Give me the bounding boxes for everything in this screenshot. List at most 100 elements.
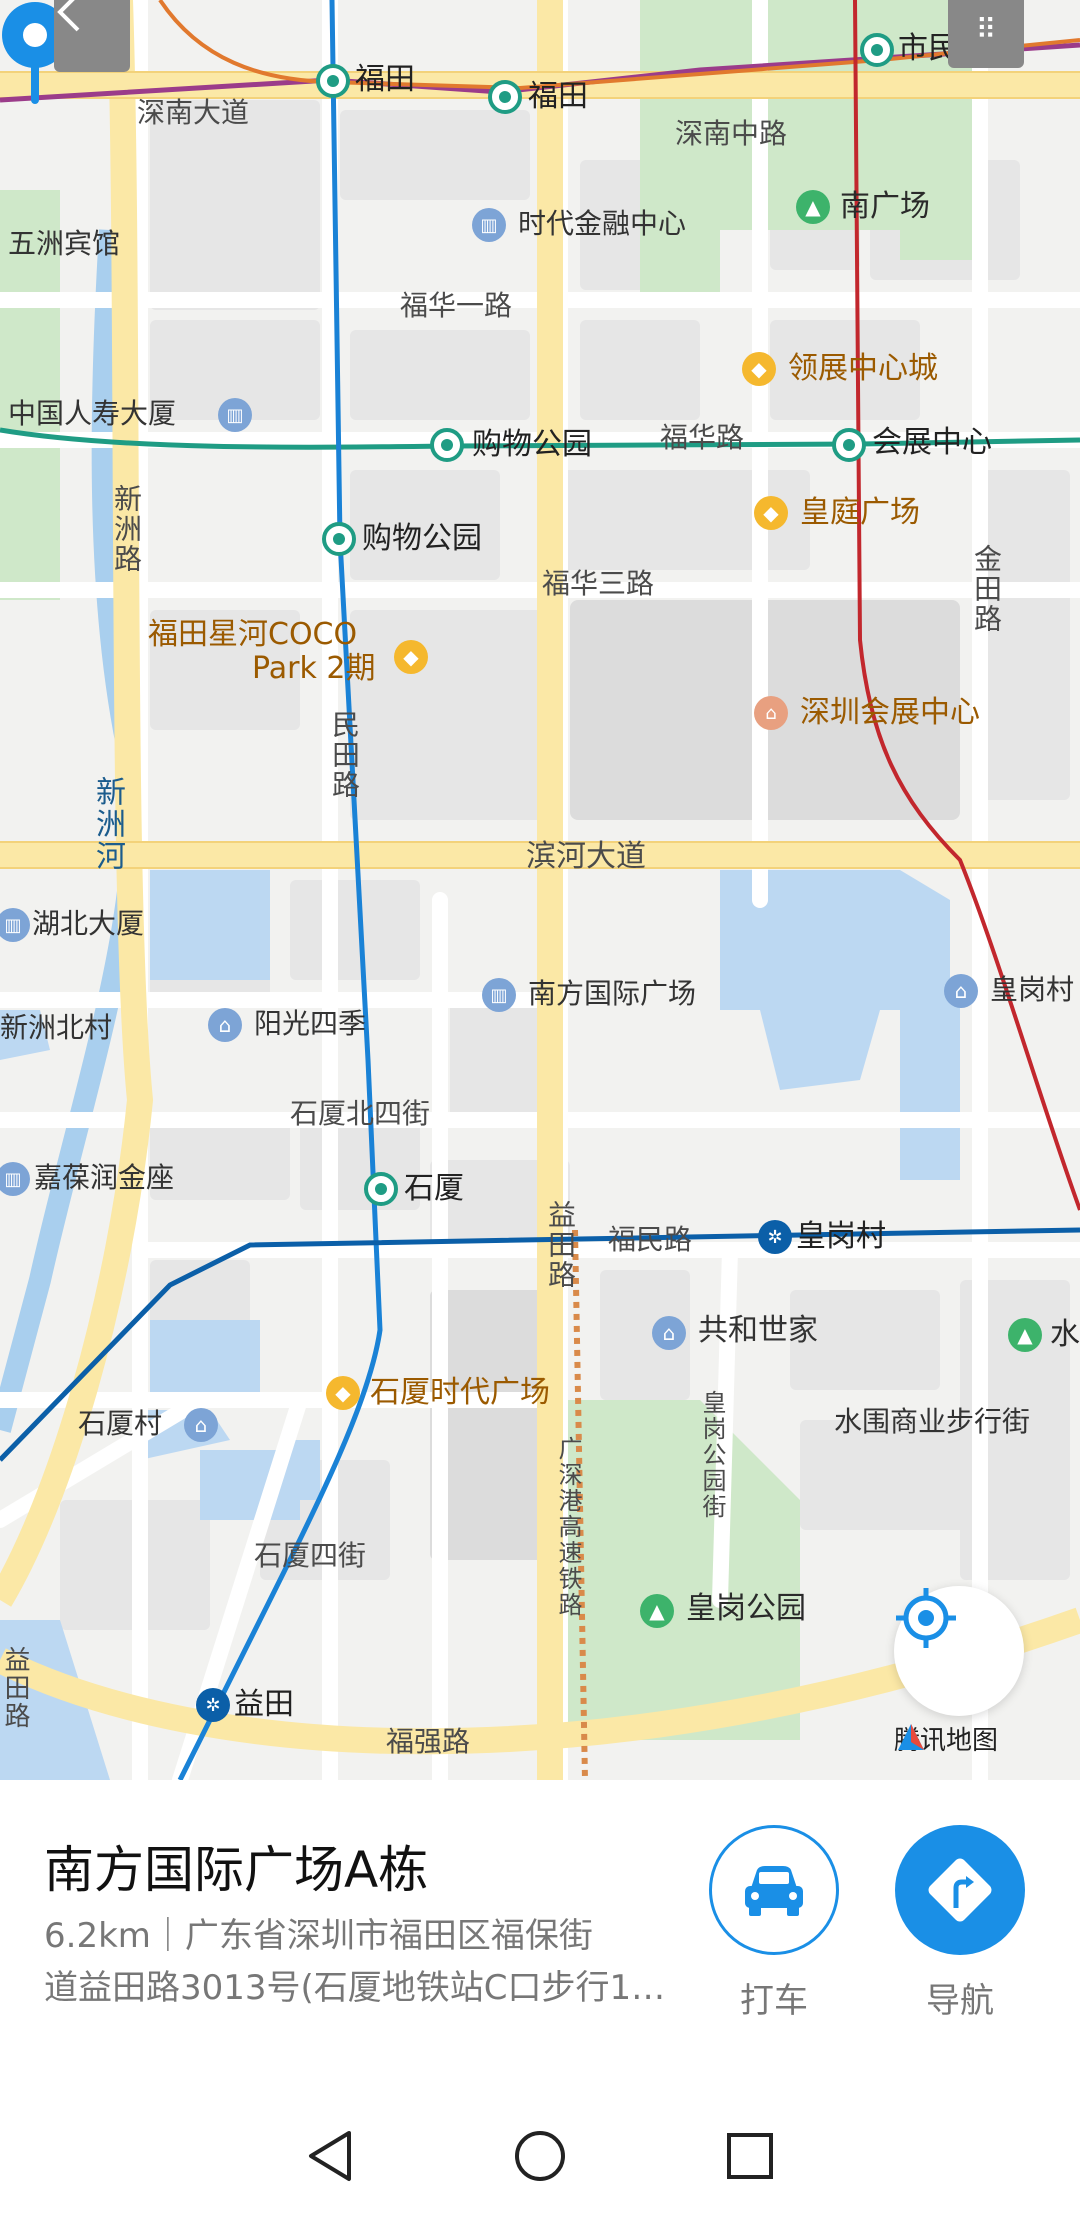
label-jintian-lu: 金田路 bbox=[970, 544, 1003, 634]
nav-recents-button[interactable] bbox=[720, 2126, 780, 2186]
label-fuhua-1: 福华一路 bbox=[400, 289, 513, 322]
label-guangshen-railway: 广深港高速铁路 bbox=[554, 1436, 582, 1618]
taxi-button[interactable]: 打车 bbox=[704, 1825, 844, 2022]
label-huangting: 皇庭广场 bbox=[800, 495, 920, 530]
map-base bbox=[0, 0, 1080, 1780]
label-wuzhou-hotel: 五洲宾馆 bbox=[8, 227, 121, 260]
address-line-2: 道益田路3013号(石厦地铁站C口步行110米) bbox=[44, 1968, 684, 2008]
label-fuhua-lu: 福华路 bbox=[660, 421, 745, 454]
circle-home-icon bbox=[515, 2131, 565, 2181]
building-icon: ▥ bbox=[472, 208, 506, 242]
park-icon: ▲ bbox=[796, 190, 830, 224]
label-shidai-financial: 时代金融中心 bbox=[518, 207, 687, 240]
nav-back-button[interactable] bbox=[300, 2126, 360, 2186]
navigate-button[interactable]: 导航 bbox=[890, 1825, 1030, 2022]
label-huanggang-park-street: 皇岗公园街 bbox=[698, 1390, 726, 1520]
metro-icon bbox=[488, 80, 522, 114]
metro-icon: ✲ bbox=[758, 1220, 792, 1254]
metro-icon bbox=[316, 64, 350, 98]
label-fuqiang-lu: 福强路 bbox=[386, 1725, 471, 1758]
label-gouwu-park-2: 购物公园 bbox=[362, 521, 482, 556]
label-shuiwei-street: 水围商业步行街 bbox=[834, 1405, 1031, 1438]
more-icon: ⠿ bbox=[975, 12, 997, 46]
shopping-icon: ◆ bbox=[326, 1376, 360, 1410]
label-xinzhou-lu: 新洲路 bbox=[110, 484, 143, 574]
label-huanggang-village: 皇岗村 bbox=[990, 973, 1075, 1006]
chevron-left-icon bbox=[57, 0, 80, 32]
label-shixia-4: 石厦四街 bbox=[254, 1539, 367, 1572]
shopping-icon: ◆ bbox=[742, 352, 776, 386]
label-lingzhan: 领展中心城 bbox=[788, 351, 938, 386]
navigation-icon bbox=[928, 1858, 992, 1922]
label-shui: 水 bbox=[1050, 1317, 1080, 1352]
metro-icon bbox=[430, 428, 464, 462]
label-shennan-zhonglu: 深南中路 bbox=[675, 117, 788, 150]
metro-icon bbox=[832, 428, 866, 462]
label-shixia-village: 石厦村 bbox=[78, 1407, 163, 1440]
label-xinzhou-north: 新洲北村 bbox=[0, 1011, 113, 1044]
square-recents-icon bbox=[727, 2133, 773, 2179]
label-futian-2: 福田 bbox=[528, 79, 588, 114]
label-nanfang-plaza: 南方国际广场 bbox=[528, 977, 697, 1010]
label-shixia-bei-4: 石厦北四街 bbox=[290, 1097, 431, 1130]
label-nanguangchang: 南广场 bbox=[840, 189, 930, 224]
label-huanggang-station: 皇岗村 bbox=[796, 1219, 886, 1254]
label-jiaying-tower: 嘉葆润金座 bbox=[34, 1161, 175, 1194]
park-icon: ▲ bbox=[1008, 1318, 1042, 1352]
label-shixia-station: 石厦 bbox=[404, 1171, 464, 1206]
place-address: 6.2km｜广东省深圳市福田区福保街 道益田路3013号(石厦地铁站C口步行11… bbox=[44, 1910, 684, 2014]
tencent-map-logo-icon bbox=[898, 1724, 924, 1750]
label-shenzhen-exhibition: 深圳会展中心 bbox=[800, 695, 980, 730]
address-line-1: 6.2km｜广东省深圳市福田区福保街 bbox=[44, 1916, 593, 1956]
nav-home-button[interactable] bbox=[510, 2126, 570, 2186]
navigate-circle bbox=[895, 1825, 1025, 1955]
label-futian-1: 福田 bbox=[355, 62, 415, 97]
screen: 福田 福田 市民中心 深南大道 深南中路 ▲ 南广场 五洲宾馆 ▥ 时代金融中心… bbox=[0, 0, 1080, 2232]
map-brand: 腾讯地图 bbox=[894, 1720, 998, 1757]
label-binhe-dadao: 滨河大道 bbox=[526, 839, 646, 874]
shopping-icon: ◆ bbox=[394, 640, 428, 674]
metro-icon: ✲ bbox=[196, 1688, 230, 1722]
metro-icon bbox=[322, 522, 356, 556]
residence-icon: ⌂ bbox=[652, 1316, 686, 1350]
label-shennan-dadao: 深南大道 bbox=[137, 96, 250, 129]
label-yangguang-siji: 阳光四季 bbox=[254, 1007, 367, 1040]
taxi-circle bbox=[709, 1825, 839, 1955]
label-fuhua-3: 福华三路 bbox=[542, 567, 655, 600]
label-hubei-building: 湖北大厦 bbox=[32, 907, 145, 940]
label-shixia-shidai: 石厦时代广场 bbox=[370, 1375, 550, 1410]
taxi-label: 打车 bbox=[740, 1981, 808, 2021]
navigate-label: 导航 bbox=[926, 1981, 994, 2021]
exhibition-icon: ⌂ bbox=[754, 696, 788, 730]
label-huanggang-park: 皇岗公园 bbox=[686, 1591, 806, 1626]
label-coco-park: 福田星河COCO bbox=[148, 617, 358, 652]
label-china-life: 中国人寿大厦 bbox=[8, 397, 177, 430]
building-icon: ▥ bbox=[218, 398, 252, 432]
place-title: 南方国际广场A栋 bbox=[44, 1841, 429, 1899]
residence-icon: ⌂ bbox=[944, 974, 978, 1008]
map-view[interactable]: 福田 福田 市民中心 深南大道 深南中路 ▲ 南广场 五洲宾馆 ▥ 时代金融中心… bbox=[0, 0, 1080, 1780]
more-button[interactable]: ⠿ bbox=[948, 0, 1024, 68]
metro-icon bbox=[860, 33, 894, 67]
park-icon: ▲ bbox=[640, 1594, 674, 1628]
building-icon: ▥ bbox=[482, 978, 516, 1012]
label-yitian-station: 益田 bbox=[234, 1687, 294, 1722]
crosshair-icon bbox=[896, 1588, 956, 1648]
triangle-back-icon bbox=[309, 2131, 351, 2181]
label-gonghe-shijia: 共和世家 bbox=[698, 1313, 818, 1348]
back-button[interactable] bbox=[54, 0, 130, 72]
label-mintian-lu: 民田路 bbox=[328, 710, 361, 800]
residence-icon: ⌂ bbox=[184, 1408, 218, 1442]
locate-me-button[interactable] bbox=[894, 1586, 1024, 1716]
metro-icon bbox=[364, 1172, 398, 1206]
system-nav-bar bbox=[0, 2080, 1080, 2232]
label-huizhan-station: 会展中心 bbox=[872, 425, 992, 460]
residence-icon: ⌂ bbox=[208, 1008, 242, 1042]
label-yitian-lu-left: 益田路 bbox=[0, 1646, 30, 1730]
label-gouwu-park-1: 购物公园 bbox=[472, 427, 592, 462]
label-fumin-lu: 福民路 bbox=[608, 1223, 693, 1256]
car-icon bbox=[745, 1866, 803, 1916]
place-info-panel: 南方国际广场A栋 6.2km｜广东省深圳市福田区福保街 道益田路3013号(石厦… bbox=[0, 1780, 1080, 2080]
label-yitian-lu: 益田路 bbox=[544, 1200, 577, 1290]
label-coco-park-2: Park 2期 bbox=[252, 651, 376, 686]
